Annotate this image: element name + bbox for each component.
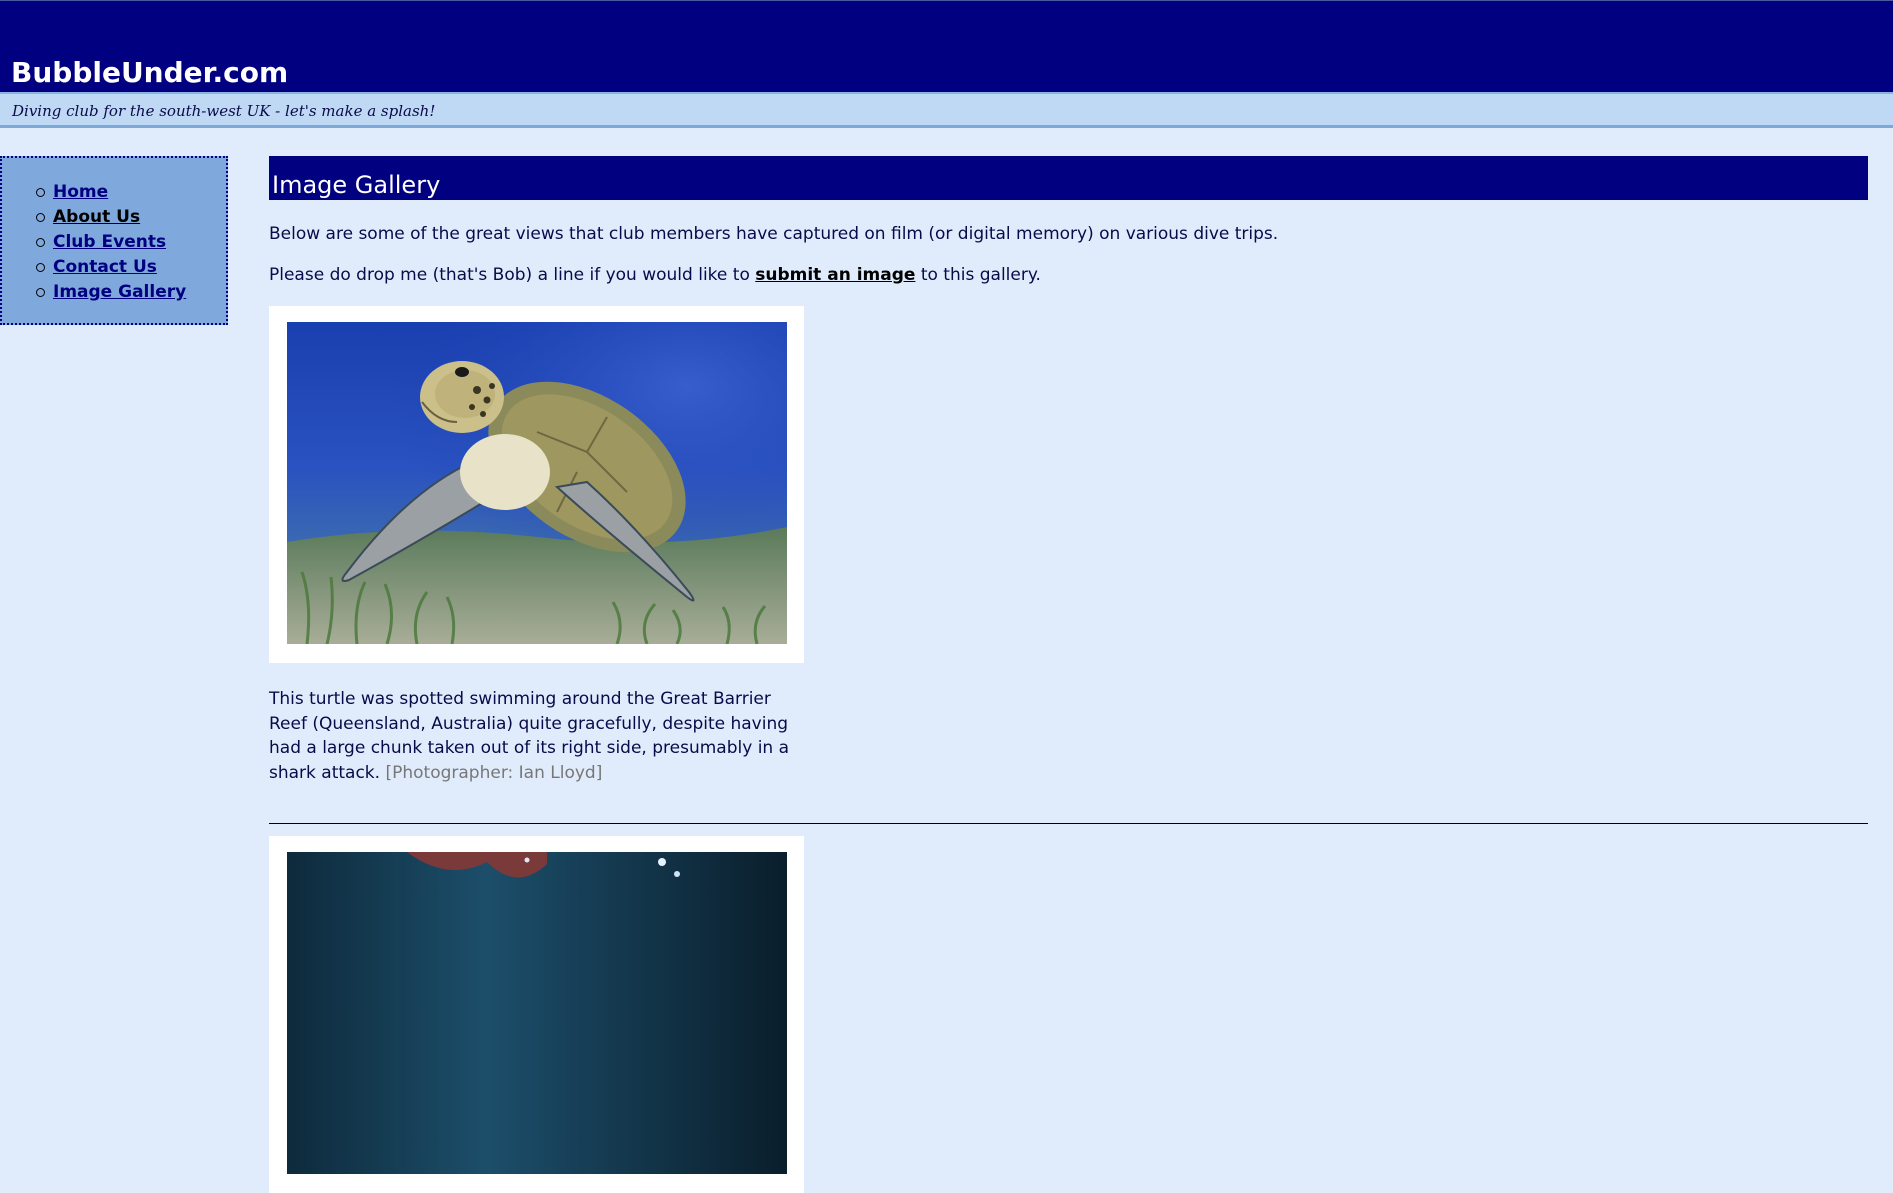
photo-credit: [Photographer: Ian Lloyd] <box>385 762 603 783</box>
gallery-photo-frame <box>269 306 804 663</box>
sea-turtle-photo <box>287 322 787 644</box>
site-header: BubbleUnder.com <box>0 0 1893 92</box>
photo-caption: This turtle was spotted swimming around … <box>269 687 809 785</box>
bullet-icon <box>36 238 45 247</box>
nav-link-club-events[interactable]: Club Events <box>53 230 166 255</box>
tagline-bar: Diving club for the south-west UK - let'… <box>0 92 1893 128</box>
intro-text: Below are some of the great views that c… <box>269 224 1279 244</box>
submit-text-after: to this gallery. <box>915 265 1041 285</box>
submit-image-link[interactable]: submit an image <box>755 265 915 285</box>
bullet-icon <box>36 288 45 297</box>
gallery-photo-frame <box>269 836 804 1193</box>
navigation: Home About Us Club Events Contact Us Ima… <box>0 156 228 325</box>
nav-link-about-us[interactable]: About Us <box>53 205 140 230</box>
underwater-reef-photo <box>287 852 787 1174</box>
site-title: BubbleUnder.com <box>11 56 289 89</box>
page-heading: Image Gallery <box>269 156 1868 200</box>
bullet-icon <box>36 188 45 197</box>
nav-link-home[interactable]: Home <box>53 180 108 205</box>
gallery-divider <box>269 823 1868 824</box>
bullet-icon <box>36 263 45 272</box>
submit-paragraph: Please do drop me (that's Bob) a line if… <box>269 265 1041 285</box>
nav-link-contact-us[interactable]: Contact Us <box>53 255 157 280</box>
tagline: Diving club for the south-west UK - let'… <box>12 102 436 120</box>
bullet-icon <box>36 213 45 222</box>
submit-text-before: Please do drop me (that's Bob) a line if… <box>269 265 756 285</box>
nav-link-image-gallery[interactable]: Image Gallery <box>53 280 186 305</box>
